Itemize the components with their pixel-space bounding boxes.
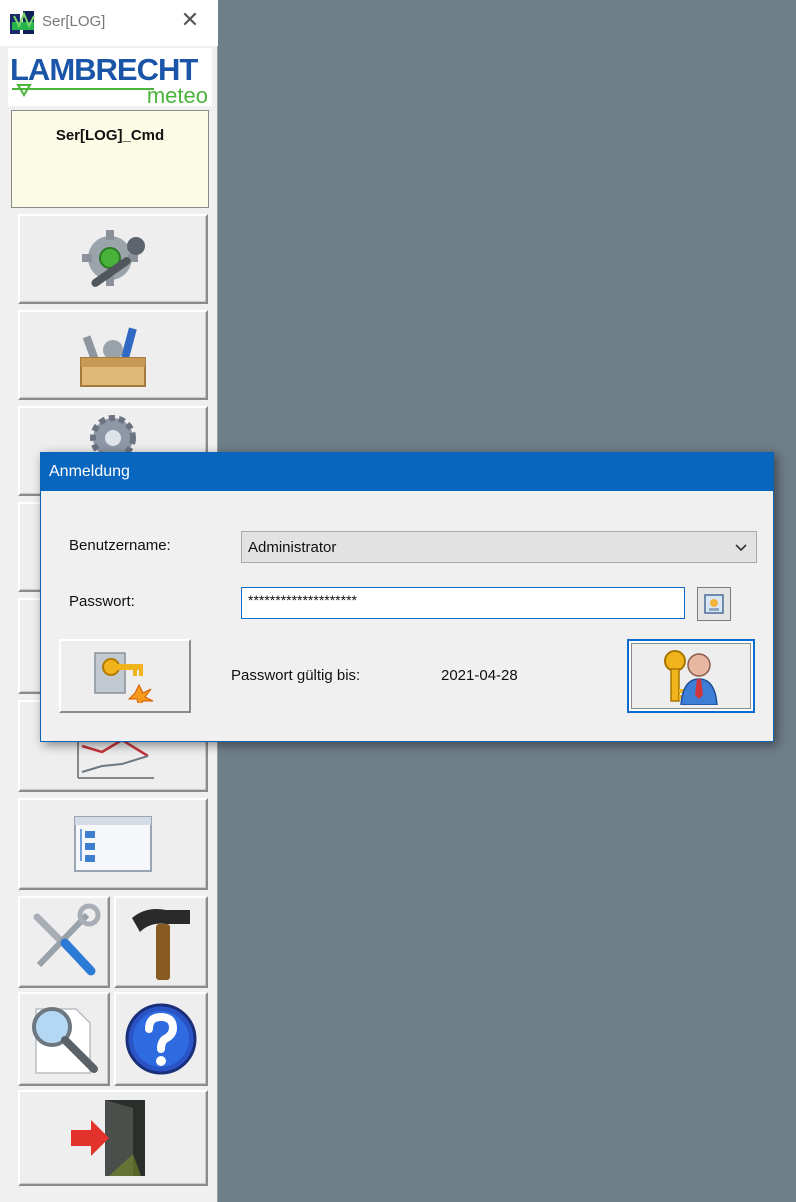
dialog-title: Anmeldung — [49, 463, 130, 480]
logo-sub-text: meteo — [147, 83, 208, 106]
command-panel: Ser[LOG]_Cmd — [11, 110, 209, 208]
key-change-icon — [94, 652, 154, 703]
change-password-button[interactable] — [59, 639, 191, 713]
settings-button[interactable] — [18, 214, 208, 304]
hammer-icon — [132, 909, 190, 980]
logo-brand-text: LAMBRECHT — [10, 52, 198, 87]
username-value: Administrator — [248, 539, 337, 556]
password-field[interactable]: ******************** — [241, 587, 685, 619]
search-button[interactable] — [18, 992, 110, 1086]
show-password-button[interactable] — [697, 587, 731, 621]
key-user-icon — [664, 650, 718, 705]
tree-view-button[interactable] — [18, 798, 208, 890]
tree-window-icon — [74, 816, 152, 872]
gear-wrench-icon — [82, 230, 145, 287]
chevron-down-icon — [735, 544, 747, 552]
password-label: Passwort: — [69, 593, 135, 610]
exit-button[interactable] — [18, 1090, 208, 1186]
toolbox-button[interactable] — [18, 310, 208, 400]
hammer-button[interactable] — [114, 896, 208, 988]
dialog-titlebar[interactable]: Anmeldung — [41, 453, 773, 491]
login-dialog: Anmeldung Benutzername: Administrator Pa… — [40, 452, 774, 742]
valid-until-date: 2021-04-28 — [441, 667, 518, 684]
window-title: Ser[LOG] — [42, 13, 106, 30]
toolbox-icon — [80, 327, 146, 387]
help-button[interactable] — [114, 992, 208, 1086]
help-icon — [125, 1003, 197, 1075]
screwdriver-wrench-icon — [33, 903, 101, 976]
exit-door-icon — [71, 1100, 145, 1176]
username-label: Benutzername: — [69, 537, 171, 554]
show-password-icon — [704, 594, 724, 614]
tools-button[interactable] — [18, 896, 110, 988]
window-titlebar[interactable]: Ser[LOG] ✕ — [0, 0, 218, 46]
magnifier-icon — [32, 1007, 98, 1074]
login-button[interactable] — [627, 639, 755, 713]
lambrecht-logo: LAMBRECHT meteo — [8, 48, 212, 108]
app-logo-icon — [10, 11, 35, 34]
close-icon[interactable]: ✕ — [178, 8, 202, 32]
username-select[interactable]: Administrator — [241, 531, 757, 563]
command-label: Ser[LOG]_Cmd — [55, 127, 165, 144]
valid-until-label: Passwort gültig bis: — [231, 667, 361, 684]
